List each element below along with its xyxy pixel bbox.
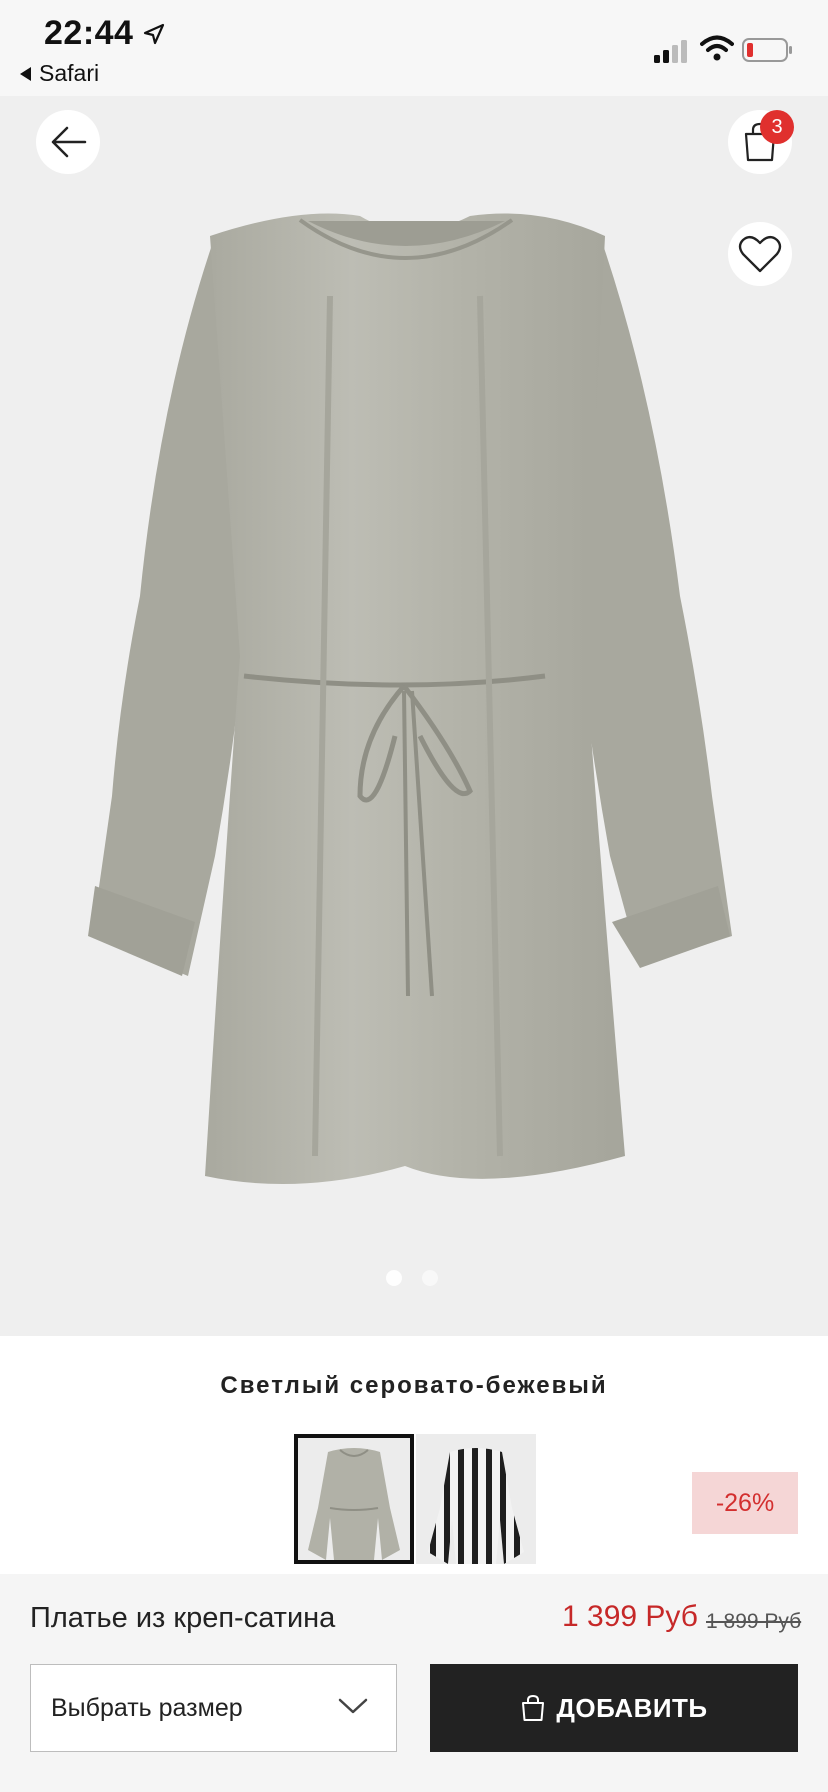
- product-image-gallery[interactable]: 3: [0, 96, 828, 1336]
- sale-price: 1 399 Руб: [562, 1600, 698, 1633]
- heart-icon: [738, 235, 782, 273]
- swatch-image-greige: [298, 1438, 410, 1560]
- location-arrow-icon: [143, 23, 165, 45]
- back-button[interactable]: [36, 110, 100, 174]
- cart-count-badge: 3: [760, 110, 794, 144]
- discount-badge: -26%: [692, 1472, 798, 1534]
- back-triangle-icon: [20, 66, 31, 81]
- purchase-bar: Платье из креп-сатина 1 399 Руб 1 899 Ру…: [0, 1574, 828, 1792]
- shopping-bag-icon: [522, 1694, 545, 1721]
- gallery-dot-active[interactable]: [386, 1270, 402, 1286]
- status-time: 22:44: [44, 14, 134, 52]
- swatch-image-striped: [416, 1434, 536, 1564]
- color-swatch-striped[interactable]: [416, 1434, 536, 1564]
- status-bar: 22:44 Safari: [0, 0, 828, 96]
- back-arrow-icon: [51, 126, 87, 158]
- back-to-safari-link[interactable]: Safari: [20, 60, 99, 87]
- cellular-signal-icon: [654, 40, 687, 63]
- product-name: Платье из креп-сатина: [30, 1602, 336, 1634]
- size-select-label: Выбрать размер: [51, 1693, 243, 1722]
- favorite-button[interactable]: [728, 222, 792, 286]
- gallery-dot[interactable]: [422, 1270, 438, 1286]
- size-select[interactable]: Выбрать размер: [30, 1664, 397, 1752]
- gallery-pagination: [386, 1270, 438, 1286]
- add-button-label: ДОБАВИТЬ: [556, 1692, 708, 1723]
- chevron-down-icon: [338, 1698, 368, 1714]
- original-price: 1 899 Руб: [706, 1610, 802, 1633]
- color-swatch-selected[interactable]: [294, 1434, 414, 1564]
- color-name: Светлый серовато-бежевый: [220, 1372, 608, 1399]
- add-to-cart-button[interactable]: ДОБАВИТЬ: [430, 1664, 798, 1752]
- wifi-icon: [700, 35, 734, 61]
- product-image: [88, 213, 732, 1184]
- battery-low-icon: [742, 38, 792, 62]
- back-app-label: Safari: [39, 60, 100, 86]
